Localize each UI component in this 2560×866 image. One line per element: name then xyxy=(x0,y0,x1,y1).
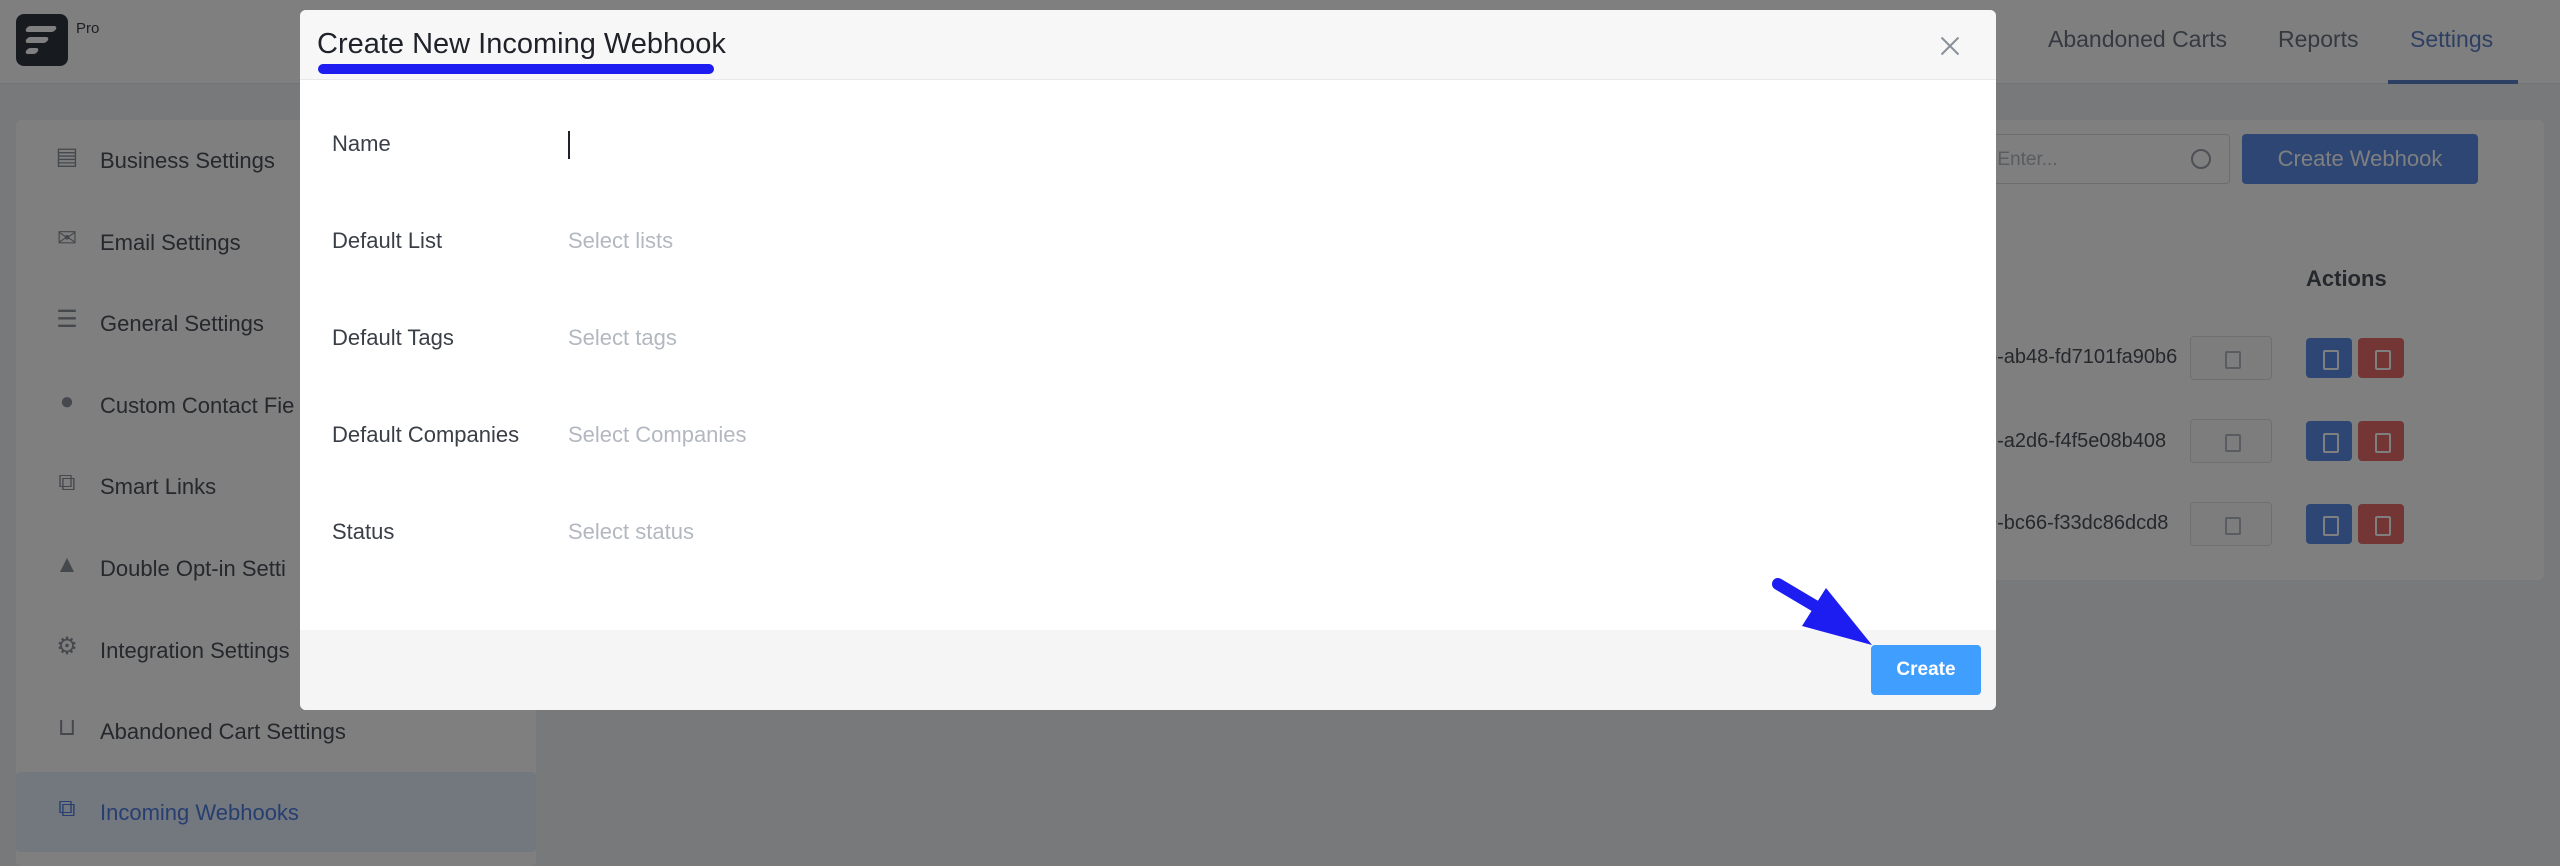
close-icon[interactable] xyxy=(1939,35,1961,57)
default-tags-label: Default Tags xyxy=(332,325,454,350)
name-label: Name xyxy=(332,131,391,156)
create-webhook-modal: Create New Incoming Webhook Name Default… xyxy=(300,10,1996,710)
default-companies-select[interactable]: Select Companies xyxy=(568,410,1972,462)
default-companies-label: Default Companies xyxy=(332,422,520,447)
modal-footer xyxy=(300,630,1996,710)
form-row-default-companies: Default Companies Select Companies xyxy=(300,406,1996,466)
default-tags-placeholder: Select tags xyxy=(568,325,677,350)
modal-title: Create New Incoming Webhook xyxy=(317,28,726,60)
default-list-placeholder: Select lists xyxy=(568,228,674,253)
default-companies-placeholder: Select Companies xyxy=(568,422,747,447)
status-select[interactable]: Select status xyxy=(568,507,1972,559)
status-label: Status xyxy=(332,519,395,544)
annotation-underline xyxy=(318,64,714,74)
form-row-status: Status Select status xyxy=(300,503,1996,563)
modal-header: Create New Incoming Webhook xyxy=(300,10,1996,80)
status-placeholder: Select status xyxy=(568,519,694,544)
default-list-select[interactable]: Select lists xyxy=(568,216,1972,268)
form-row-name: Name xyxy=(300,115,1996,175)
create-button[interactable]: Create xyxy=(1871,645,1981,695)
text-cursor xyxy=(568,131,570,159)
default-list-label: Default List xyxy=(332,228,443,253)
form-row-default-list: Default List Select lists xyxy=(300,212,1996,272)
default-tags-select[interactable]: Select tags xyxy=(568,313,1972,365)
form-row-default-tags: Default Tags Select tags xyxy=(300,309,1996,369)
name-input[interactable] xyxy=(568,119,1968,171)
